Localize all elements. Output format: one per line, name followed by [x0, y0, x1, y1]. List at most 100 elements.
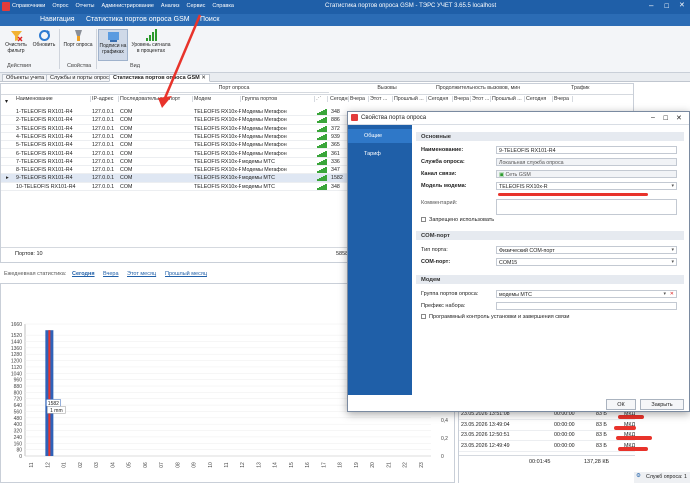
menu-reports[interactable]: Отчеты	[75, 3, 94, 9]
signal-bars-icon	[317, 142, 327, 149]
filter-row-icon[interactable]: ▾	[5, 98, 8, 105]
chart-bar-mark	[48, 330, 51, 456]
highlight-mark	[618, 415, 644, 419]
channel-field: ▣ Сеть GSM	[496, 170, 677, 178]
comment-textarea[interactable]	[496, 199, 677, 215]
link-yesterday[interactable]: Вчера	[103, 271, 119, 277]
port-group-select[interactable]: модемы МТС ▾ ✕	[496, 290, 677, 298]
port-group-value: модемы МТС	[499, 291, 532, 298]
menu-service[interactable]: Сервис	[187, 3, 206, 9]
program-control-checkbox[interactable]: Программный контроль установки и заверше…	[421, 314, 569, 320]
service-icon: ⚙	[636, 473, 641, 479]
cell-group: модемы МТС	[242, 183, 275, 190]
prefix-input[interactable]	[496, 302, 677, 310]
col-dur-month[interactable]: Этот ...	[471, 96, 491, 102]
chart-labels-toggle[interactable]: Подписи на графиках	[98, 29, 128, 61]
col-calls-yesterday[interactable]: Вчера	[349, 96, 369, 102]
port-icon	[72, 29, 85, 42]
col-dur-yesterday[interactable]: Вчера	[453, 96, 471, 102]
port-type-select[interactable]: Физический COM-порт ▾	[496, 246, 677, 254]
log-row-divider	[459, 419, 635, 420]
x-tick-label: 19	[354, 462, 360, 468]
clear-icon[interactable]: ✕	[670, 291, 674, 297]
col-traffic-today[interactable]: Сегодня	[525, 96, 553, 102]
link-last-month[interactable]: Прошлый месяц	[165, 271, 207, 277]
log-row-divider	[459, 440, 635, 441]
cell-name: 2-TELEOFIS RX101-R4	[16, 117, 73, 124]
dialog-minimize-icon[interactable]: –	[651, 114, 655, 121]
dialog-close-icon[interactable]: ✕	[676, 114, 682, 122]
bar-note-label: 1 mm	[50, 408, 63, 414]
label-model: Модель модема:	[421, 183, 467, 189]
col-dur-today[interactable]: Сегодня	[427, 96, 453, 102]
dialog-maximize-icon[interactable]: ☐	[663, 115, 668, 122]
x-tick-label: 16	[305, 462, 311, 468]
log-size: 83 Б	[596, 432, 607, 438]
y-tick-label: 960	[14, 378, 23, 384]
x-tick-label: 06	[143, 462, 149, 468]
maximize-icon[interactable]: ☐	[664, 3, 669, 11]
x-tick-label: 14	[273, 462, 279, 468]
cell-ip: 127.0.0.1	[92, 125, 115, 132]
menu-help[interactable]: Справка	[212, 3, 234, 9]
col-signal[interactable]: ⋰	[315, 96, 328, 102]
doc-tab-objects[interactable]: Объекты учета	[2, 74, 49, 82]
cell-name: 8-TELEOFIS RX101-R4	[16, 167, 73, 174]
cell-ip: 127.0.0.1	[92, 117, 115, 124]
cell-port: COM	[120, 150, 133, 157]
col-group[interactable]: Группа портов	[241, 96, 315, 102]
link-today[interactable]: Сегодня	[72, 271, 95, 277]
chevron-down-icon: ▾	[663, 291, 666, 297]
dialog-nav-tariff[interactable]: Тариф	[348, 147, 412, 161]
y-tick-label: 80	[16, 448, 22, 454]
menu-directories[interactable]: Справочники	[12, 3, 45, 9]
close-button[interactable]: Закрыть	[640, 399, 684, 410]
clear-filter-button[interactable]: Очистить фильтр	[3, 29, 29, 54]
refresh-button[interactable]: Обновить	[30, 29, 58, 49]
cell-port: COM	[120, 158, 133, 165]
menu-analysis[interactable]: Анализ	[161, 3, 180, 9]
col-name[interactable]: Наименование	[15, 96, 91, 102]
x-tick-label: 07	[159, 462, 165, 468]
forbid-checkbox[interactable]: Запрещено использовать	[421, 217, 494, 223]
menu-poll[interactable]: Опрос	[52, 3, 68, 9]
name-input[interactable]: 9-TELEOFIS RX101-R4	[496, 146, 677, 154]
col-traffic-yesterday[interactable]: Вчера	[553, 96, 573, 102]
minimize-icon[interactable]: –	[649, 2, 653, 10]
dialog-nav-general[interactable]: Общие	[348, 129, 412, 143]
menu-admin[interactable]: Администрирование	[101, 3, 153, 9]
poll-port-button[interactable]: Порт опроса	[62, 29, 94, 49]
col-dur-prev[interactable]: Прошлый ...	[491, 96, 525, 102]
channel-value: Сеть GSM	[505, 171, 531, 178]
col-calls-prev[interactable]: Прошлый ...	[393, 96, 427, 102]
close-icon[interactable]: ✕	[679, 2, 685, 10]
arrow-head	[158, 96, 172, 108]
cell-ip: 127.0.0.1	[92, 183, 115, 190]
col-calls-month[interactable]: Этот ...	[369, 96, 393, 102]
grid-group-duration: Продолжительность вызовов, мин	[436, 85, 521, 91]
cell-group: Модемы Мегафон	[242, 142, 287, 149]
title-bar: Справочники Опрос Отчеты Администрирован…	[0, 0, 690, 14]
ok-button[interactable]: ОК	[606, 399, 636, 410]
x-tick-label: 20	[370, 462, 376, 468]
log-size: 83 Б	[596, 421, 607, 428]
y-tick-label: 640	[14, 403, 23, 409]
col-calls-today[interactable]: Сегодня	[329, 96, 349, 102]
log-total-duration: 00:01:45	[529, 459, 551, 465]
cell-modem: TELEOFIS RX10x-R	[194, 133, 241, 140]
signal-bars-icon	[317, 183, 327, 190]
cell-modem: TELEOFIS RX10x-R	[194, 125, 241, 132]
model-select[interactable]: TELEOFIS RX10x-R ▾	[496, 182, 677, 190]
signal-bars-icon	[317, 133, 327, 140]
col-ip[interactable]: IP-адрес	[91, 96, 119, 102]
y-tick-label: 480	[14, 416, 23, 422]
signal-bars-icon	[317, 117, 327, 124]
tab-navigation[interactable]: Навигация	[40, 16, 75, 23]
signal-bars-icon	[317, 175, 327, 182]
link-this-month[interactable]: Этот месяц	[127, 271, 156, 277]
doc-tab-services[interactable]: Службы и порты опроса	[46, 74, 116, 82]
port-type-value: Физический COM-порт	[499, 247, 555, 254]
cell-modem: TELEOFIS RX10x-R	[194, 142, 241, 149]
x-tick-label: 04	[110, 462, 116, 468]
com-port-select[interactable]: COM15 ▾	[496, 258, 677, 266]
